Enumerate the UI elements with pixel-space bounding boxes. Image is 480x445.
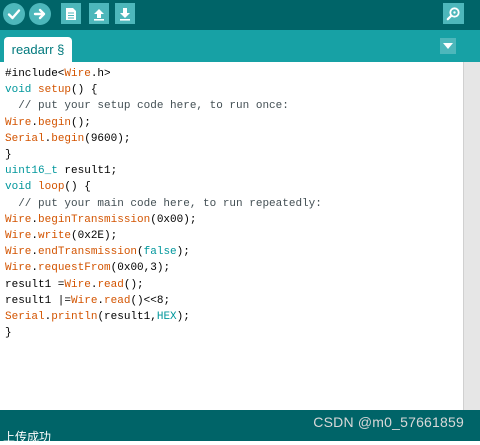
code-token: Wire (5, 213, 32, 226)
save-arrow-down-icon (120, 7, 130, 21)
tab-menu-button[interactable] (440, 38, 456, 54)
tab-bar: readarr § (0, 30, 480, 62)
code-token: HEX (156, 311, 177, 324)
code-token: Wire (71, 294, 98, 307)
code-token: result1 = (5, 278, 65, 291)
code-token: read (104, 294, 131, 307)
code-token: println (51, 311, 98, 324)
code-token: #include< (5, 68, 65, 80)
triangle-down-icon (443, 43, 453, 49)
code-token: uint16_t (5, 165, 58, 178)
code-token: (0x2E); (71, 230, 118, 243)
code-token: Wire (64, 68, 91, 80)
open-button[interactable] (89, 3, 109, 24)
code-line[interactable]: result1 |=Wire.read()<<8; (5, 293, 322, 309)
upload-button[interactable] (29, 3, 51, 25)
open-arrow-up-icon (94, 8, 104, 21)
watermark: CSDN @m0_57661859 (313, 414, 464, 430)
code-token: Serial (5, 311, 45, 324)
new-button[interactable] (61, 3, 81, 24)
code-line[interactable]: void setup() { (5, 82, 322, 98)
code-token: beginTransmission (38, 213, 151, 226)
tab-readarr[interactable]: readarr § (4, 37, 72, 62)
code-token: (); (71, 116, 91, 129)
code-token: Serial (5, 132, 45, 145)
save-button[interactable] (115, 3, 135, 24)
serial-monitor-button[interactable] (443, 3, 464, 24)
code-token: Wire (5, 116, 32, 129)
code-token: // put your main code here, to run repea… (5, 197, 322, 210)
code-token: loop (38, 181, 65, 194)
code-line[interactable]: Wire.beginTransmission(0x00); (5, 212, 322, 228)
code-token: (0x00,3); (110, 262, 171, 275)
code-token: void (5, 181, 32, 194)
code-editor[interactable]: #include<Wire.h> void setup() { // put yo… (0, 62, 463, 410)
code-token: Wire (5, 262, 32, 275)
code-token: Wire (5, 230, 32, 243)
code-token: ); (176, 311, 190, 324)
code-token: result1; (57, 165, 118, 178)
checkmark-icon (7, 9, 21, 20)
code-token: } (5, 327, 12, 340)
code-line[interactable]: Wire.endTransmission(false); (5, 244, 322, 260)
code-token: (result1, (97, 311, 157, 324)
code-token: write (38, 230, 72, 243)
code-line[interactable]: Serial.begin(9600); (5, 131, 322, 147)
code-token: read (97, 278, 124, 291)
code-line[interactable]: Serial.println(result1,HEX); (5, 309, 322, 325)
code-line[interactable]: Wire.begin(); (5, 115, 322, 131)
code-line[interactable]: // put your setup code here, to run once… (5, 98, 322, 114)
magnifier-icon (446, 7, 460, 21)
code-token: void (5, 84, 32, 97)
new-file-icon (66, 7, 76, 20)
code-token: // put your setup code here, to run once… (5, 100, 289, 113)
code-token: ); (176, 246, 190, 259)
vertical-scrollbar[interactable] (463, 62, 480, 410)
code-line[interactable]: // put your main code here, to run repea… (5, 196, 322, 212)
code-line[interactable]: } (5, 325, 322, 341)
status-message: 上传成功 (3, 430, 52, 444)
code-line[interactable]: Wire.write(0x2E); (5, 228, 322, 244)
code-line[interactable]: uint16_t result1; (5, 163, 322, 179)
code-token: result1 |= (5, 294, 72, 307)
code-token: () { (71, 84, 98, 97)
code-token: false (143, 246, 177, 259)
code-line[interactable]: #include<Wire.h> (5, 66, 322, 82)
code-token: (0x00); (150, 213, 197, 226)
code-token: ()<<8; (130, 294, 171, 307)
arrow-right-icon (33, 8, 46, 20)
code-token: (); (123, 278, 144, 291)
code-token: begin (38, 116, 72, 129)
code-token: setup (38, 84, 72, 97)
verify-button[interactable] (3, 3, 25, 25)
code-token: endTransmission (38, 246, 138, 259)
code-line[interactable]: result1 =Wire.read(); (5, 277, 322, 293)
code-token: Wire (5, 246, 32, 259)
code-token: () { (64, 181, 91, 194)
code-token: .h> (90, 68, 111, 80)
code-line[interactable]: Wire.requestFrom(0x00,3); (5, 260, 322, 276)
code-token: } (5, 149, 12, 162)
toolbar (0, 0, 480, 30)
code-token: requestFrom (38, 262, 111, 275)
code-text[interactable]: #include<Wire.h> void setup() { // put yo… (5, 66, 322, 341)
code-token: ( (137, 246, 144, 259)
code-token: begin (51, 132, 85, 145)
code-line[interactable]: } (5, 147, 322, 163)
code-line[interactable]: void loop() { (5, 179, 322, 195)
code-token: Wire (64, 278, 91, 291)
code-token: (9600); (84, 132, 131, 145)
